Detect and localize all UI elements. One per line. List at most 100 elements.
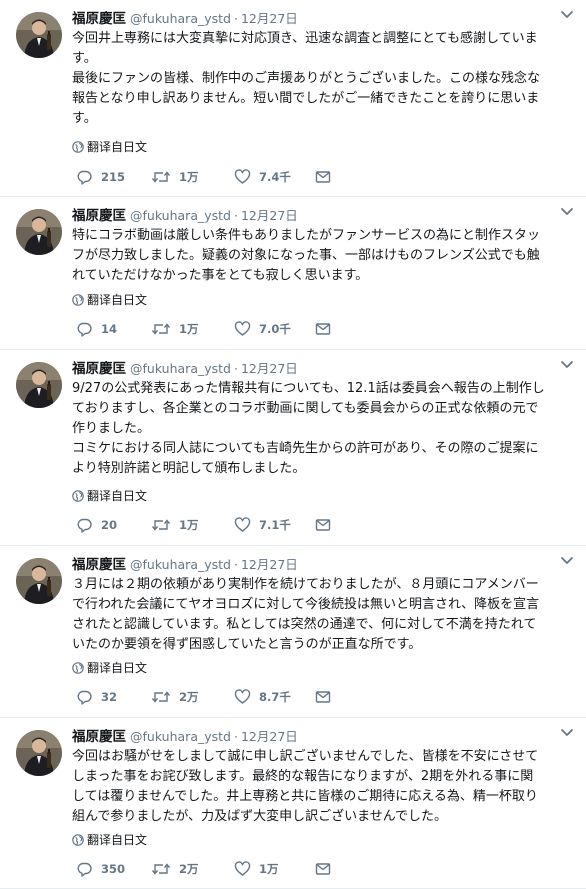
- separator: ·: [233, 729, 238, 744]
- envelope-icon: [315, 171, 331, 183]
- retweet-count: 2万: [179, 862, 199, 876]
- chevron-down-icon[interactable]: [560, 556, 574, 566]
- like-count: 7.0千: [259, 322, 291, 336]
- reply-button[interactable]: 32: [76, 687, 117, 707]
- tweet[interactable]: 福原慶匡 @fukuhara_ystd · 12月27日 ３月には２期の依頼があり実制…: [0, 546, 586, 718]
- retweet-button[interactable]: 2万: [151, 687, 199, 707]
- timestamp[interactable]: 12月27日: [241, 361, 298, 376]
- tweet-actions: 350 2万 1万: [72, 859, 586, 879]
- tweet[interactable]: 福原慶匡 @fukuhara_ystd · 12月27日 特にコラボ動画は厳しい条件も…: [0, 197, 586, 350]
- direct-message-button[interactable]: [315, 687, 339, 707]
- like-count: 1万: [259, 862, 279, 876]
- user-handle[interactable]: @fukuhara_ystd: [130, 361, 231, 376]
- user-handle[interactable]: @fukuhara_ystd: [130, 729, 231, 744]
- tweet[interactable]: 福原慶匡 @fukuhara_ystd · 12月27日 9/27の公式発表にあった情…: [0, 350, 586, 546]
- heart-icon: [234, 517, 251, 532]
- reply-count: 20: [101, 518, 118, 532]
- heart-icon: [234, 169, 251, 184]
- retweet-button[interactable]: 2万: [151, 859, 199, 879]
- user-handle[interactable]: @fukuhara_ystd: [130, 208, 231, 223]
- globe-icon: [72, 490, 84, 502]
- reply-button[interactable]: 14: [76, 319, 117, 339]
- tweet-text-line: 9/27の公式発表にあった情報共有についても、12.1話は委員会へ報告の上制作し: [72, 381, 545, 396]
- avatar[interactable]: [16, 730, 62, 776]
- chevron-down-icon[interactable]: [560, 728, 574, 738]
- tweet-actions: 32 2万 8.7千: [72, 687, 586, 707]
- reply-icon: [77, 518, 92, 533]
- tweet-text-line: 今回井上専務には大変真摯に対応頂き、迅速な調査と調整にとても感謝していま: [72, 31, 538, 46]
- reply-button[interactable]: 215: [76, 167, 125, 187]
- envelope-icon: [315, 863, 331, 875]
- translate-label[interactable]: 翻译自日文: [87, 661, 147, 675]
- globe-icon: [72, 834, 84, 846]
- tweet-header: 福原慶匡 @fukuhara_ystd · 12月27日: [72, 207, 572, 225]
- timestamp[interactable]: 12月27日: [241, 208, 298, 223]
- translate-label[interactable]: 翻译自日文: [87, 140, 147, 154]
- translate-link[interactable]: 翻译自日文: [72, 833, 147, 847]
- tweet-text-line: 作りました。: [72, 421, 151, 436]
- reply-button[interactable]: 20: [76, 515, 117, 535]
- display-name[interactable]: 福原慶匡: [72, 208, 126, 224]
- translate-link[interactable]: 翻译自日文: [72, 489, 147, 503]
- timestamp[interactable]: 12月27日: [241, 729, 298, 744]
- tweet-actions: 215 1万 7.4千: [72, 167, 586, 187]
- retweet-count: 1万: [179, 322, 199, 336]
- like-count: 7.1千: [259, 518, 291, 532]
- tweet-text-line: しては覆りませんでした。井上専務と共に皆様のご期待に応える為、精一杯取り: [72, 789, 538, 804]
- direct-message-button[interactable]: [315, 515, 339, 535]
- like-button[interactable]: 7.4千: [234, 167, 291, 187]
- translate-label[interactable]: 翻译自日文: [87, 833, 147, 847]
- direct-message-button[interactable]: [315, 167, 339, 187]
- tweet-text: 今回はお騒がせをしまして誠に申し訳ございませんでした、皆様を不安にさせて しまった…: [72, 747, 576, 827]
- tweet[interactable]: 福原慶匡 @fukuhara_ystd · 12月27日 今回井上専務には大変真摯に対…: [0, 0, 586, 197]
- avatar[interactable]: [16, 558, 62, 604]
- timestamp[interactable]: 12月27日: [241, 557, 298, 572]
- timestamp[interactable]: 12月27日: [241, 11, 298, 26]
- avatar[interactable]: [16, 12, 62, 58]
- avatar[interactable]: [16, 362, 62, 408]
- chevron-down-icon[interactable]: [560, 10, 574, 20]
- tweet-text: 9/27の公式発表にあった情報共有についても、12.1話は委員会へ報告の上制作し…: [72, 379, 576, 479]
- reply-icon: [77, 170, 92, 185]
- tweet-text-line: で行われた会議にてヤオヨロズに対して今後続投は無いと明言され、降板を宣言: [72, 597, 540, 612]
- direct-message-button[interactable]: [315, 859, 339, 879]
- like-button[interactable]: 7.0千: [234, 319, 291, 339]
- avatar[interactable]: [16, 209, 62, 255]
- tweet-text-line: ３月には２期の依頼があり実制作を続けておりましたが、８月頭にコアメンバー: [72, 577, 539, 592]
- like-button[interactable]: 1万: [234, 859, 279, 879]
- translate-link[interactable]: 翻译自日文: [72, 140, 147, 154]
- globe-icon: [72, 294, 84, 306]
- tweet-text: 今回井上専務には大変真摯に対応頂き、迅速な調査と調整にとても感謝していま す。最後…: [72, 29, 576, 129]
- display-name[interactable]: 福原慶匡: [72, 729, 126, 745]
- translate-label[interactable]: 翻译自日文: [87, 293, 147, 307]
- translate-link[interactable]: 翻译自日文: [72, 661, 147, 675]
- user-handle[interactable]: @fukuhara_ystd: [130, 557, 231, 572]
- reply-button[interactable]: 350: [76, 859, 125, 879]
- tweet-text-line: しまった事をお詫び致します。最終的な報告になりますが、2期を外れる事に関: [72, 769, 534, 784]
- separator: ·: [233, 208, 238, 223]
- retweet-button[interactable]: 1万: [151, 167, 199, 187]
- direct-message-button[interactable]: [315, 319, 339, 339]
- tweet-header: 福原慶匡 @fukuhara_ystd · 12月27日: [72, 556, 572, 574]
- like-button[interactable]: 7.1千: [234, 515, 291, 535]
- user-handle[interactable]: @fukuhara_ystd: [130, 11, 231, 26]
- tweet-text-line: 最後にファンの皆様、制作中のご声援ありがとうございました。この様な残念な: [72, 71, 541, 86]
- like-button[interactable]: 8.7千: [234, 687, 291, 707]
- display-name[interactable]: 福原慶匡: [72, 11, 126, 27]
- chevron-down-icon[interactable]: [560, 207, 574, 217]
- retweet-button[interactable]: 1万: [151, 319, 199, 339]
- like-count: 7.4千: [259, 170, 291, 184]
- tweet[interactable]: 福原慶匡 @fukuhara_ystd · 12月27日 今回はお騒がせをしまして誠に…: [0, 718, 586, 889]
- tweet-text: ３月には２期の依頼があり実制作を続けておりましたが、８月頭にコアメンバー で行われ…: [72, 575, 576, 655]
- retweet-count: 1万: [179, 170, 199, 184]
- tweet-text-line: されたと認識しています。私としては突然の通達で、何に対して不満を持たれて: [72, 617, 537, 632]
- heart-icon: [234, 689, 251, 704]
- display-name[interactable]: 福原慶匡: [72, 361, 126, 377]
- heart-icon: [234, 861, 251, 876]
- translate-link[interactable]: 翻译自日文: [72, 293, 147, 307]
- tweet-text-line: す。: [72, 51, 97, 66]
- retweet-button[interactable]: 1万: [151, 515, 199, 535]
- display-name[interactable]: 福原慶匡: [72, 557, 126, 573]
- chevron-down-icon[interactable]: [560, 360, 574, 370]
- translate-label[interactable]: 翻译自日文: [87, 489, 147, 503]
